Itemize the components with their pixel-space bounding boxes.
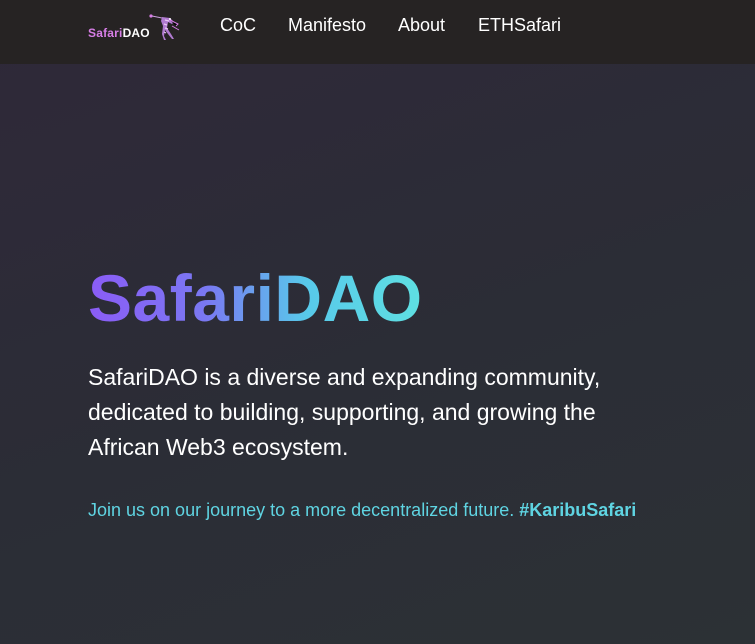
hero-description: SafariDAO is a diverse and expanding com… [88,364,601,460]
hero-title: SafariDAO [88,258,423,338]
nav-item-coc[interactable]: CoC [220,15,256,36]
brand-logo-link[interactable]: SafariDAO [88,12,188,44]
nav-item-ethsafari[interactable]: ETHSafari [478,15,561,36]
brand-name: SafariDAO [88,26,150,40]
hero-cta: Join us on our journey to a more decentr… [88,498,636,522]
top-navbar: SafariDAO CoC Manifesto About ETHSafari [0,0,755,64]
safari-giraffe-logo-icon [149,14,180,40]
nav-item-manifesto[interactable]: Manifesto [288,15,366,36]
hashtag-link[interactable]: #KaribuSafari [519,500,636,520]
hero-cta-text: Join us on our journey to a more decentr… [88,500,520,520]
brand-name-part2: DAO [122,26,150,40]
brand-name-part1: Safari [88,26,123,40]
nav-item-about[interactable]: About [398,15,445,36]
